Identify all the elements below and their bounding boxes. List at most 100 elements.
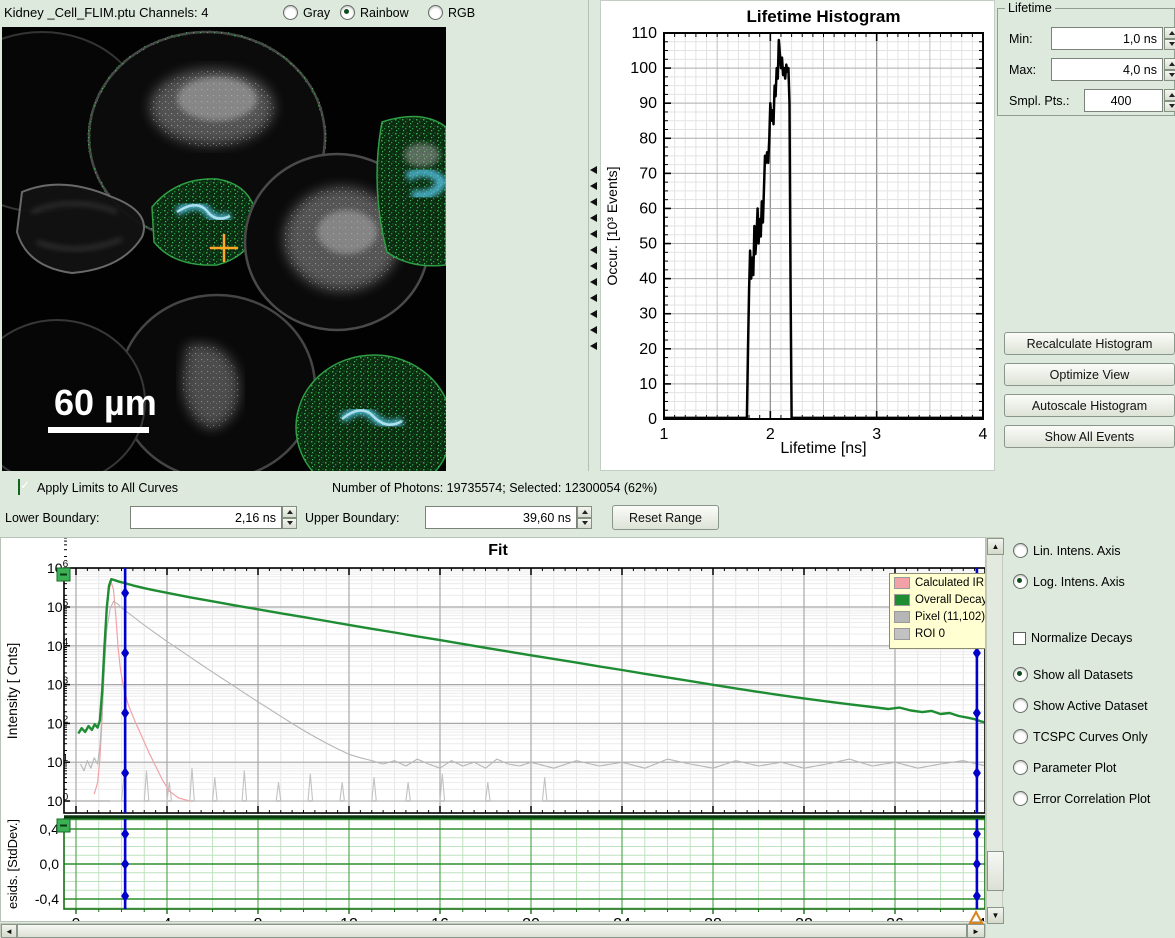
colormode-radio-rgb[interactable]: RGB (428, 5, 475, 20)
file-title: Kidney _Cell_FLIM.ptu Channels: 4 (4, 5, 209, 20)
overflow-marker-icon (966, 908, 986, 926)
svg-text:4: 4 (163, 916, 172, 921)
svg-text:16: 16 (431, 916, 449, 921)
radio-label: RGB (448, 6, 475, 20)
colormode-radio-rainbow[interactable]: Rainbow (340, 5, 409, 20)
apply-limits-checkbox[interactable] (18, 479, 20, 495)
svg-text:110: 110 (631, 25, 657, 42)
spin-up-icon[interactable] (1164, 27, 1175, 39)
log-intens-axis-radio[interactable]: Log. Intens. Axis (1013, 574, 1125, 589)
collapse-handle[interactable] (57, 819, 70, 832)
svg-text:102: 102 (47, 714, 69, 731)
fit-horizontal-scrollbar[interactable]: ◄ ► (0, 923, 986, 937)
radio-icon-selected[interactable] (340, 5, 355, 20)
radio-icon[interactable] (283, 5, 298, 20)
checkbox-icon[interactable] (1013, 632, 1026, 645)
radio-icon[interactable] (1013, 698, 1028, 713)
legend-item: ROI 0 (890, 625, 986, 642)
svg-text:90: 90 (639, 95, 657, 112)
collapse-handle[interactable] (57, 568, 70, 581)
svg-text:Intensity [ Cnts]: Intensity [ Cnts] (4, 643, 20, 739)
error-correlation-plot-radio[interactable]: Error Correlation Plot (1013, 791, 1150, 806)
svg-text:50: 50 (639, 236, 657, 253)
radio-label: Gray (303, 6, 330, 20)
upper-boundary-label: Upper Boundary: (305, 511, 400, 525)
spin-up-icon[interactable] (577, 506, 592, 518)
radio-icon[interactable] (1013, 543, 1028, 558)
fit-chart[interactable]: 0481216202428323640100101102103104105106… (1, 538, 985, 921)
svg-text:80: 80 (639, 130, 657, 147)
svg-text:0,0: 0,0 (40, 856, 60, 872)
lower-boundary-label: Lower Boundary: (5, 511, 100, 525)
scroll-up-icon[interactable]: ▲ (987, 538, 1004, 555)
svg-text:20: 20 (522, 916, 540, 921)
min-input[interactable]: 1,0 ns (1051, 27, 1163, 50)
fit-panel[interactable]: 0481216202428323640100101102103104105106… (0, 537, 986, 922)
lifetime-histogram-chart[interactable]: 12340102030405060708090100110Lifetime Hi… (601, 1, 994, 470)
max-input[interactable]: 4,0 ns (1051, 58, 1163, 81)
radio-icon[interactable] (1013, 729, 1028, 744)
tcspc-curves-only-radio[interactable]: TCSPC Curves Only (1013, 729, 1148, 744)
upper-boundary-input[interactable]: 39,60 ns (425, 506, 577, 529)
flim-image[interactable]: 60 µm (2, 27, 446, 471)
optimize-view-button[interactable]: Optimize View (1004, 363, 1175, 386)
scroll-left-icon[interactable]: ◄ (1, 924, 17, 938)
histogram-range-arrows[interactable] (590, 166, 597, 350)
svg-text:8: 8 (254, 916, 263, 921)
lin-intens-axis-radio[interactable]: Lin. Intens. Axis (1013, 543, 1121, 558)
fit-vertical-scrollbar[interactable]: ▲ ▼ (986, 537, 1003, 923)
svg-text:100: 100 (47, 792, 69, 809)
recalculate-histogram-button[interactable]: Recalculate Histogram (1004, 332, 1175, 355)
svg-text:1: 1 (660, 426, 669, 443)
show-all-events-button[interactable]: Show All Events (1004, 425, 1175, 448)
reset-range-button[interactable]: Reset Range (612, 505, 719, 530)
autoscale-histogram-button[interactable]: Autoscale Histogram (1004, 394, 1175, 417)
svg-text:4: 4 (979, 426, 988, 443)
spin-down-icon[interactable] (577, 518, 592, 530)
radio-icon[interactable] (428, 5, 443, 20)
max-spinner[interactable] (1164, 58, 1175, 81)
svg-text:Lifetime Histogram: Lifetime Histogram (747, 7, 901, 26)
show-active-dataset-radio[interactable]: Show Active Dataset (1013, 698, 1148, 713)
parameter-plot-radio[interactable]: Parameter Plot (1013, 760, 1116, 775)
scroll-right-icon[interactable]: ► (967, 924, 985, 938)
smpl-pts-spinner[interactable] (1164, 89, 1175, 112)
svg-text:Lifetime [ns]: Lifetime [ns] (780, 440, 866, 457)
radio-icon-selected[interactable] (1013, 574, 1028, 589)
svg-text:0: 0 (648, 411, 657, 428)
svg-text:Occur. [10³ Events]: Occur. [10³ Events] (604, 166, 620, 285)
smpl-pts-input[interactable]: 400 (1084, 89, 1163, 112)
legend-item: Pixel (11,102) (890, 608, 986, 625)
spin-down-icon[interactable] (1164, 70, 1175, 82)
normalize-decays-checkbox[interactable]: Normalize Decays (1013, 631, 1132, 645)
show-all-datasets-radio[interactable]: Show all Datasets (1013, 667, 1133, 682)
svg-text:Fit: Fit (488, 542, 508, 559)
colormode-radio-gray[interactable]: Gray (283, 5, 330, 20)
scrollbar-thumb[interactable] (987, 851, 1004, 891)
svg-text:100: 100 (630, 60, 657, 77)
min-spinner[interactable] (1164, 27, 1175, 50)
spin-down-icon[interactable] (1164, 101, 1175, 113)
svg-text:10: 10 (639, 376, 657, 393)
lower-boundary-input[interactable]: 2,16 ns (130, 506, 282, 529)
lifetime-groupbox: Lifetime Min: 1,0 ns Max: 4,0 ns Smpl. P… (997, 8, 1175, 116)
spin-up-icon[interactable] (1164, 89, 1175, 101)
max-label: Max: (1009, 63, 1036, 77)
apply-limits-label: Apply Limits to All Curves (37, 481, 178, 495)
spin-down-icon[interactable] (282, 518, 297, 530)
radio-icon[interactable] (1013, 760, 1028, 775)
scrollbar-thumb[interactable] (17, 924, 967, 938)
spin-up-icon[interactable] (1164, 58, 1175, 70)
scroll-down-icon[interactable]: ▼ (987, 907, 1004, 924)
spin-down-icon[interactable] (1164, 39, 1175, 51)
lifetime-histogram-panel[interactable]: 12340102030405060708090100110Lifetime Hi… (600, 0, 995, 471)
spin-up-icon[interactable] (282, 506, 297, 518)
fit-legend: Calculated IRF Overall Decay Pixel (11,1… (889, 573, 986, 649)
flim-image-panel[interactable]: 60 µm (2, 27, 446, 471)
scale-bar-label: 60 µm (54, 382, 157, 423)
svg-text:101: 101 (47, 753, 69, 770)
upper-boundary-spinner[interactable] (577, 506, 592, 529)
lower-boundary-spinner[interactable] (282, 506, 297, 529)
radio-icon-selected[interactable] (1013, 667, 1028, 682)
radio-icon[interactable] (1013, 791, 1028, 806)
